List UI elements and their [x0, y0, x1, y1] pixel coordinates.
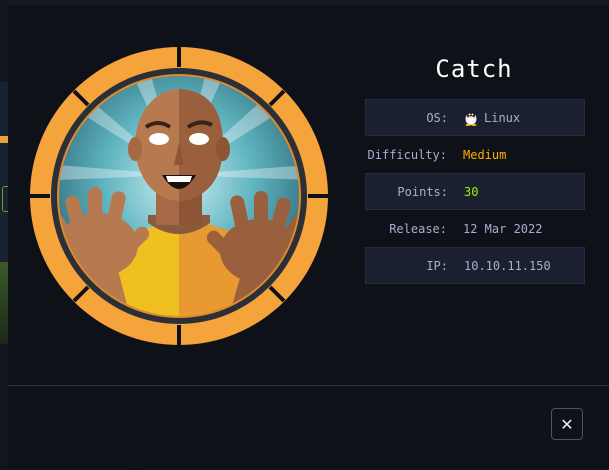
machine-avatar	[28, 45, 330, 347]
difficulty-value: Medium	[463, 147, 507, 162]
points-label: Points:	[397, 184, 448, 199]
modal-divider	[8, 385, 609, 386]
release-value: 12 Mar 2022	[463, 221, 543, 236]
points-value: 30	[464, 184, 479, 199]
machine-info-table: OS: Linux Difficulty: Medium Points: 30 …	[365, 99, 585, 284]
linux-penguin-icon	[465, 110, 477, 126]
info-row-difficulty: Difficulty: Medium	[365, 136, 585, 173]
info-row-release: Release: 12 Mar 2022	[365, 210, 585, 247]
info-row-ip: IP: 10.10.11.150	[365, 247, 585, 284]
difficulty-label: Difficulty:	[367, 147, 447, 162]
ip-value: 10.10.11.150	[464, 258, 551, 273]
machine-info-modal: Catch OS: Linux Difficulty: Medium Point…	[8, 5, 609, 469]
info-row-os: OS: Linux	[365, 99, 585, 136]
info-row-points: Points: 30	[365, 173, 585, 210]
close-button[interactable]: ✕	[551, 408, 583, 440]
os-label: OS:	[426, 110, 448, 125]
machine-name: Catch	[435, 55, 513, 83]
ip-label: IP:	[426, 258, 448, 273]
release-label: Release:	[389, 221, 447, 236]
close-icon: ✕	[560, 414, 574, 434]
catch-avatar-icon	[30, 47, 328, 345]
os-value: Linux	[464, 110, 520, 126]
os-text: Linux	[484, 110, 521, 125]
